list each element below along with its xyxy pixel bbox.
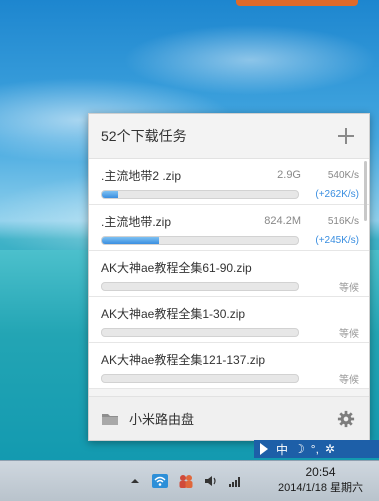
- router-disk-label[interactable]: 小米路由盘: [129, 409, 337, 428]
- download-status: 等候: [339, 282, 359, 294]
- show-hidden-icons-icon[interactable]: [128, 474, 142, 488]
- download-item[interactable]: .主流地带2 .zip 2.9G 540K/s (+262K/s): [89, 159, 369, 205]
- clock-date: 2014/1/18 星期六: [278, 482, 363, 494]
- volume-icon[interactable]: [204, 474, 218, 488]
- ime-settings-icon[interactable]: ✲: [325, 442, 335, 456]
- progress-bar: [101, 189, 299, 199]
- file-name: .主流地带.zip: [101, 214, 172, 229]
- list-scrollbar[interactable]: [364, 161, 367, 221]
- download-item[interactable]: AK大神ae教程全集1-30.zip 等候: [89, 297, 369, 343]
- ime-punct-icon[interactable]: °,: [311, 442, 319, 456]
- progress-fill: [102, 190, 118, 198]
- file-name: .主流地带2 .zip: [101, 168, 182, 183]
- download-speed: 540K/s: [327, 169, 359, 181]
- file-size: 2.9G: [277, 169, 301, 181]
- folder-icon: [102, 413, 118, 425]
- download-panel: 52个下载任务 .主流地带2 .zip 2.9G 540K/s (+262K/s…: [88, 113, 370, 441]
- clock-time: 20:54: [305, 465, 336, 479]
- download-status: 等候: [339, 374, 359, 386]
- taskbar: 20:54 2014/1/18 星期六: [0, 460, 379, 501]
- download-item[interactable]: AK大神ae教程全集121-137.zip 等候: [89, 343, 369, 389]
- progress-bar: [101, 327, 299, 337]
- download-list: .主流地带2 .zip 2.9G 540K/s (+262K/s) .主流地带.…: [89, 159, 369, 397]
- ime-moon-icon[interactable]: ☽: [294, 442, 305, 456]
- download-status: (+245K/s): [315, 234, 359, 246]
- ime-toolbar[interactable]: 中 ☽ °, ✲: [254, 440, 379, 458]
- add-task-button[interactable]: [337, 127, 355, 145]
- panel-header: 52个下载任务: [89, 114, 369, 159]
- progress-bar: [101, 235, 299, 245]
- window-edge: [236, 0, 358, 6]
- file-size: 824.2M: [264, 215, 301, 227]
- download-status: 等候: [339, 328, 359, 340]
- system-clock[interactable]: 20:54 2014/1/18 星期六: [278, 464, 363, 496]
- ime-logo-icon: [260, 443, 268, 455]
- progress-fill: [102, 236, 159, 244]
- users-icon[interactable]: [178, 474, 194, 488]
- file-name: AK大神ae教程全集61-90.zip: [101, 260, 252, 275]
- panel-title: 52个下载任务: [101, 128, 187, 144]
- download-item[interactable]: AK大神ae教程全集61-90.zip 等候: [89, 251, 369, 297]
- system-tray: [128, 461, 252, 501]
- download-speed: 516K/s: [327, 215, 359, 227]
- file-name: AK大神ae教程全集121-137.zip: [101, 352, 266, 367]
- panel-footer: 小米路由盘: [89, 396, 369, 440]
- progress-bar: [101, 373, 299, 383]
- file-name: AK大神ae教程全集1-30.zip: [101, 306, 246, 321]
- ime-lang[interactable]: 中: [276, 441, 288, 458]
- gear-icon[interactable]: [337, 410, 355, 428]
- progress-bar: [101, 281, 299, 291]
- wifi-icon[interactable]: [152, 474, 168, 488]
- download-item[interactable]: .主流地带.zip 824.2M 516K/s (+245K/s): [89, 205, 369, 251]
- network-signal-icon[interactable]: [228, 474, 242, 488]
- download-status: (+262K/s): [315, 188, 359, 200]
